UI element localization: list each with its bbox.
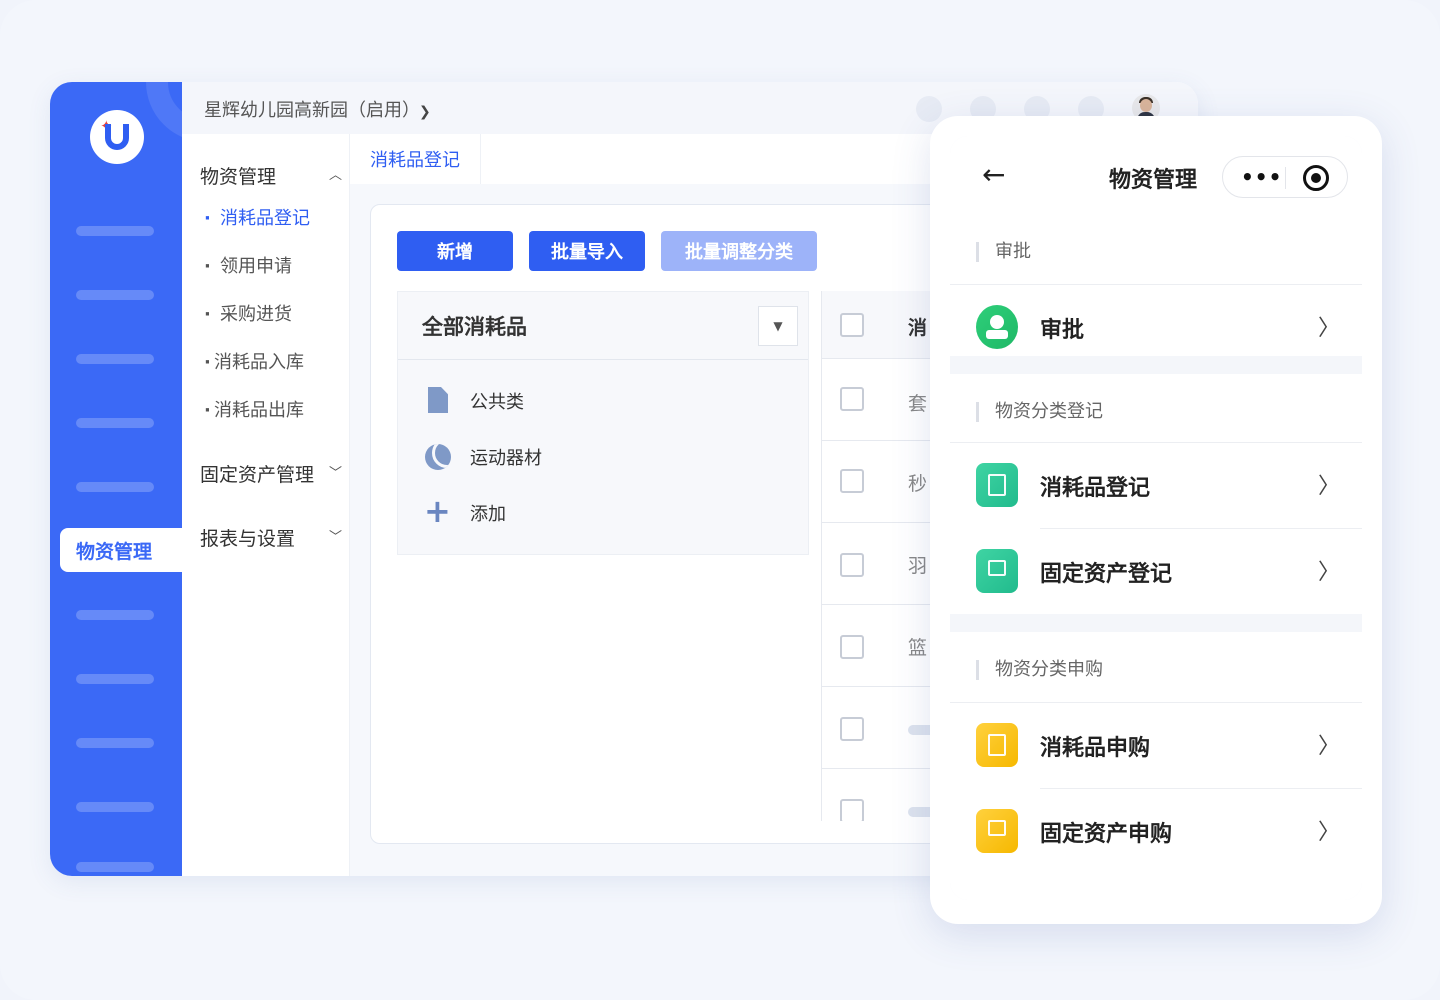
- tree-item-public[interactable]: 公共类: [424, 386, 524, 416]
- section-category-register: 物资分类登记 消耗品登记 〉 固定资产登记 〉: [950, 374, 1362, 614]
- record-icon[interactable]: [1303, 165, 1329, 191]
- mobile-nav-bar: ← 物资管理 •••: [950, 136, 1362, 216]
- list-item-fixed-asset-purchase[interactable]: 固定资产申购 〉: [950, 788, 1362, 874]
- register-document-icon: [976, 463, 1018, 507]
- chevron-down-icon: ❯: [419, 104, 431, 120]
- batch-import-button[interactable]: 批量导入: [529, 231, 645, 271]
- chevron-down-icon: ﹀: [328, 530, 342, 545]
- tab-consumable-register[interactable]: 消耗品登记: [350, 134, 481, 184]
- section-category-purchase: 物资分类申购 消耗品申购 〉 固定资产申购 〉: [950, 632, 1362, 900]
- chevron-down-icon: ﹀: [328, 466, 342, 481]
- table-cell: 篮: [908, 637, 928, 659]
- list-item-consumable-purchase[interactable]: 消耗品申购 〉: [950, 702, 1362, 788]
- row-checkbox[interactable]: [840, 717, 864, 741]
- menu-item-consumable-register[interactable]: · 消耗品登记: [204, 204, 310, 230]
- list-item-approval[interactable]: 审批 〉: [950, 284, 1362, 370]
- dropdown-icon[interactable]: ▼: [758, 306, 798, 346]
- list-item-consumable-register[interactable]: 消耗品登记 〉: [950, 442, 1362, 528]
- category-tree: 全部消耗品 ▼ 公共类 运动器材 + 添加: [397, 291, 809, 555]
- more-icon[interactable]: •••: [1241, 165, 1282, 189]
- list-item-fixed-asset-register[interactable]: 固定资产登记 〉: [950, 528, 1362, 614]
- rail-decoration: [146, 82, 182, 142]
- row-checkbox[interactable]: [840, 635, 864, 659]
- rail-item[interactable]: [76, 354, 154, 364]
- rail-item[interactable]: [76, 418, 154, 428]
- logo-icon[interactable]: ✦: [90, 110, 144, 164]
- org-name: 星辉幼儿园高新园（启用）: [204, 100, 411, 121]
- plus-icon: +: [424, 492, 451, 530]
- table-header-cell: 消: [908, 317, 928, 339]
- menu-item-requisition[interactable]: · 领用申请: [204, 252, 292, 278]
- chevron-up-icon: ︿: [328, 168, 342, 183]
- chevron-right-icon: 〉: [1317, 820, 1340, 845]
- section-title: 审批: [976, 242, 1031, 262]
- tree-item-add[interactable]: + 添加: [424, 492, 506, 530]
- row-checkbox[interactable]: [840, 469, 864, 493]
- row-checkbox[interactable]: [840, 553, 864, 577]
- row-checkbox[interactable]: [840, 799, 864, 821]
- rail-item[interactable]: [76, 226, 154, 236]
- row-checkbox[interactable]: [840, 387, 864, 411]
- tree-item-sports[interactable]: 运动器材: [424, 442, 542, 472]
- rail-item-active[interactable]: 物资管理: [60, 528, 182, 572]
- chevron-right-icon: 〉: [1317, 316, 1340, 341]
- chevron-right-icon: 〉: [1317, 560, 1340, 585]
- batch-adjust-category-button[interactable]: 批量调整分类: [661, 231, 817, 271]
- nav-rail: ✦ 物资管理: [50, 82, 182, 876]
- side-menu: 物资管理 ︿ · 消耗品登记 · 领用申请 · 采购进货 · 消耗品入库 · 消耗品出库 …: [182, 134, 350, 876]
- menu-group-reports[interactable]: 报表与设置 ﹀: [200, 524, 342, 551]
- mobile-screen: ← 物资管理 ••• 审批 审批 〉 物资分类登记 消耗品登记 〉 固定资产登记…: [950, 136, 1362, 900]
- rail-item[interactable]: [76, 610, 154, 620]
- section-title: 物资分类申购: [976, 660, 1103, 680]
- table-cell: 秒: [908, 473, 928, 495]
- org-switcher[interactable]: 星辉幼儿园高新园（启用） ❯: [204, 96, 431, 122]
- rail-item[interactable]: [76, 674, 154, 684]
- fixed-asset-purchase-icon: [976, 809, 1018, 853]
- mini-program-capsule: •••: [1222, 156, 1348, 198]
- menu-item-stock-in[interactable]: · 消耗品入库: [204, 348, 304, 374]
- chevron-right-icon: 〉: [1317, 734, 1340, 759]
- select-all-checkbox[interactable]: [840, 313, 864, 337]
- mobile-card: ← 物资管理 ••• 审批 审批 〉 物资分类登记 消耗品登记 〉 固定资产登记…: [930, 116, 1382, 924]
- tree-title: 全部消耗品: [422, 314, 527, 339]
- list-item-label: 消耗品登记: [1040, 476, 1151, 501]
- rail-item[interactable]: [76, 738, 154, 748]
- list-item-label: 固定资产申购: [1040, 822, 1173, 847]
- file-icon: [424, 387, 452, 415]
- add-button[interactable]: 新增: [397, 231, 513, 271]
- list-item-label: 消耗品申购: [1040, 736, 1151, 761]
- menu-item-purchase[interactable]: · 采购进货: [204, 300, 292, 326]
- list-item-label: 固定资产登记: [1040, 562, 1173, 587]
- ball-icon: [424, 443, 452, 471]
- rail-item[interactable]: [76, 802, 154, 812]
- table-cell: 羽: [908, 555, 928, 577]
- approval-icon: [976, 305, 1018, 349]
- rail-item[interactable]: [76, 290, 154, 300]
- menu-group-materials[interactable]: 物资管理 ︿: [200, 162, 342, 189]
- toolbar-icon[interactable]: [916, 96, 942, 122]
- rail-item[interactable]: [76, 862, 154, 872]
- tree-header[interactable]: 全部消耗品 ▼: [398, 292, 808, 360]
- menu-group-fixed-assets[interactable]: 固定资产管理 ﹀: [200, 460, 342, 487]
- section-title: 物资分类登记: [976, 402, 1103, 422]
- list-item-label: 审批: [1040, 318, 1085, 343]
- rail-item[interactable]: [76, 482, 154, 492]
- menu-item-stock-out[interactable]: · 消耗品出库: [204, 396, 304, 422]
- fixed-asset-icon: [976, 549, 1018, 593]
- section-approval: 审批 审批 〉: [950, 216, 1362, 356]
- purchase-document-icon: [976, 723, 1018, 767]
- table-cell: 套: [908, 393, 928, 415]
- chevron-right-icon: 〉: [1317, 474, 1340, 499]
